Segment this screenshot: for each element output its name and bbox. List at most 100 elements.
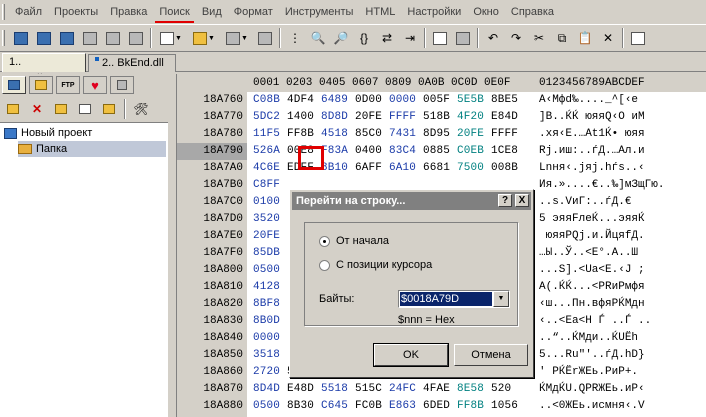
open-folder-icon[interactable] — [98, 98, 120, 120]
hex-row[interactable]: 18A790 526A 00E8 F83A 0400 83C4 0885 C0EB 1CE8 Rj… — [177, 143, 706, 160]
menu-edit[interactable]: Правка — [104, 0, 153, 24]
byte-word[interactable]: 6681 — [423, 160, 457, 177]
close-button[interactable]: X — [515, 194, 529, 207]
byte-word[interactable]: 1400 — [287, 109, 321, 126]
byte-word[interactable]: 7500 — [457, 160, 491, 177]
byte-word[interactable]: 85DB — [253, 245, 287, 262]
tree-item-folder[interactable]: Папка — [18, 141, 166, 157]
new-folder-icon[interactable] — [74, 98, 96, 120]
byte-word[interactable]: 24FC — [389, 381, 423, 398]
tree-item-project[interactable]: Новый проект — [4, 125, 92, 141]
byte-word[interactable]: 8B30 — [287, 398, 321, 415]
hex-row[interactable]: 18A870 8D4D E48D 5518 515C 24FC 4FAE 8E58 520 ЌМд… — [177, 381, 706, 398]
project-settings-icon[interactable] — [79, 27, 101, 49]
byte-word[interactable]: C645 — [321, 398, 355, 415]
new-project-icon[interactable] — [10, 27, 32, 49]
radio-from-start[interactable]: От начала — [319, 235, 389, 247]
menu-search[interactable]: Поиск — [153, 0, 195, 24]
menu-html[interactable]: HTML — [359, 0, 401, 24]
ftp-tab-icon[interactable]: FTP — [56, 76, 80, 94]
save-file-icon[interactable]: ▼ — [221, 27, 253, 49]
byte-word[interactable]: 1056 — [491, 398, 525, 415]
hex-row[interactable]: 18A880 0500 8B30 C645 FC0B E863 6DED FF8B 1056..… — [177, 398, 706, 415]
byte-word[interactable]: E48D — [287, 381, 321, 398]
menu-file[interactable]: Файл — [9, 0, 48, 24]
byte-word[interactable]: 6AFF — [355, 160, 389, 177]
new-file-icon[interactable]: ▼ — [155, 27, 187, 49]
row-ascii[interactable]: Rj.иш:..ѓД.…Ал.и — [539, 143, 705, 160]
byte-word[interactable]: 83C4 — [389, 143, 423, 160]
row-bytes[interactable]: 11F5 FF8B 4518 85C0 7431 8D95 20FE FFFF — [253, 126, 533, 143]
row-ascii[interactable]: 5...Ru"'..ѓД.hD} — [539, 347, 705, 364]
byte-word[interactable]: E863 — [389, 398, 423, 415]
byte-word[interactable]: 6DED — [423, 398, 457, 415]
row-ascii[interactable]: …Ы..Ў..<Е°.А..Ш — [539, 245, 705, 262]
byte-word[interactable]: 0885 — [423, 143, 457, 160]
find-next-icon[interactable]: 🔎 — [330, 27, 352, 49]
row-ascii[interactable]: Ия.»....€..‰]мЗщГю. — [539, 177, 705, 194]
byte-word[interactable]: 0500 — [253, 262, 287, 279]
row-ascii[interactable]: ..s.VиГ:..ѓД.€ — [539, 194, 705, 211]
byte-word[interactable]: 8B0D — [253, 313, 287, 330]
bytes-combobox[interactable]: $0018A79D ▼ — [398, 290, 510, 308]
byte-word[interactable]: 0000 — [253, 330, 287, 347]
project-close-icon[interactable] — [125, 27, 147, 49]
byte-word[interactable]: 8E58 — [457, 381, 491, 398]
row-ascii[interactable]: A‹Mфd‰...._^[‹е — [539, 92, 705, 109]
tab-new1[interactable]: 1.. Новый1.txt — [2, 53, 86, 85]
menu-format[interactable]: Формат — [228, 0, 279, 24]
row-ascii[interactable]: ' PЌЁrЖЕь.РиР+. — [539, 364, 705, 381]
cancel-button[interactable]: Отмена — [454, 344, 528, 366]
redo-icon[interactable]: ↷ — [505, 27, 527, 49]
goto-icon[interactable]: ⇥ — [399, 27, 421, 49]
bytes-value[interactable]: $0018A79D — [400, 292, 492, 306]
byte-word[interactable]: E84D — [491, 109, 525, 126]
byte-word[interactable]: 0400 — [355, 143, 389, 160]
byte-word[interactable]: 85C0 — [355, 126, 389, 143]
tab-bkend[interactable]: 2.. BkEnd.dll — [88, 54, 176, 72]
open-file-icon[interactable]: ▼ — [188, 27, 220, 49]
delete-icon[interactable]: ✕ — [597, 27, 619, 49]
project-tree[interactable]: Новый проект Папка — [0, 122, 168, 417]
project-log-icon[interactable] — [102, 27, 124, 49]
byte-word[interactable]: FC0B — [355, 398, 389, 415]
row-ascii[interactable]: ‹..<Еа<Н Ѓ ..Ѓ .. — [539, 313, 705, 330]
byte-word[interactable]: FF8B — [457, 398, 491, 415]
byte-word[interactable]: 3520 — [253, 211, 287, 228]
byte-word[interactable]: 7431 — [389, 126, 423, 143]
byte-word[interactable]: 8BF8 — [253, 296, 287, 313]
byte-word[interactable]: 526A — [253, 143, 287, 160]
byte-word[interactable]: 3518 — [253, 347, 287, 364]
explorer-tab-icon[interactable] — [29, 76, 53, 94]
menu-settings[interactable]: Настройки — [401, 0, 467, 24]
row-ascii[interactable]: ЌМдЌU.QPRЖЕь.иР‹ — [539, 381, 705, 398]
byte-word[interactable]: C8FF — [253, 177, 287, 194]
find-icon[interactable]: 🔍 — [307, 27, 329, 49]
byte-word[interactable]: 1CE8 — [491, 143, 525, 160]
row-ascii[interactable]: 5 эяяFлеЌ...эяяЌ — [539, 211, 705, 228]
byte-word[interactable]: 5DC2 — [253, 109, 287, 126]
byte-word[interactable]: 4FAE — [423, 381, 457, 398]
row-bytes[interactable]: 0500 8B30 C645 FC0B E863 6DED FF8B 1056 — [253, 398, 533, 415]
menu-help[interactable]: Справка — [505, 0, 560, 24]
byte-word[interactable]: 008B — [491, 160, 525, 177]
byte-word[interactable]: 6489 — [321, 92, 355, 109]
byte-word[interactable]: 0500 — [253, 398, 287, 415]
byte-word[interactable]: 8BE5 — [491, 92, 525, 109]
byte-word[interactable]: 8B10 — [321, 160, 355, 177]
menu-tools[interactable]: Инструменты — [279, 0, 360, 24]
row-ascii[interactable]: Lnня‹.jяj.hѓs..‹ — [539, 160, 705, 177]
byte-word[interactable]: 20FE — [253, 228, 287, 245]
favorites-tab-icon[interactable]: ♥ — [83, 76, 107, 94]
hex-row[interactable]: 18A760 C08B 4DF4 6489 0D00 0000 005F 5E5B 8BE5 A‹… — [177, 92, 706, 109]
row-bytes[interactable]: 8D4D E48D 5518 515C 24FC 4FAE 8E58 520 — [253, 381, 533, 398]
row-bytes[interactable]: C08B 4DF4 6489 0D00 0000 005F 5E5B 8BE5 — [253, 92, 533, 109]
cut-icon[interactable]: ✂ — [528, 27, 550, 49]
byte-word[interactable]: 4128 — [253, 279, 287, 296]
list-tab-icon[interactable] — [110, 76, 134, 94]
byte-word[interactable]: 4518 — [321, 126, 355, 143]
project-tab-icon[interactable] — [2, 76, 26, 94]
print-icon[interactable] — [452, 27, 474, 49]
byte-word[interactable]: FF8B — [287, 126, 321, 143]
byte-word[interactable]: 4C6E — [253, 160, 287, 177]
